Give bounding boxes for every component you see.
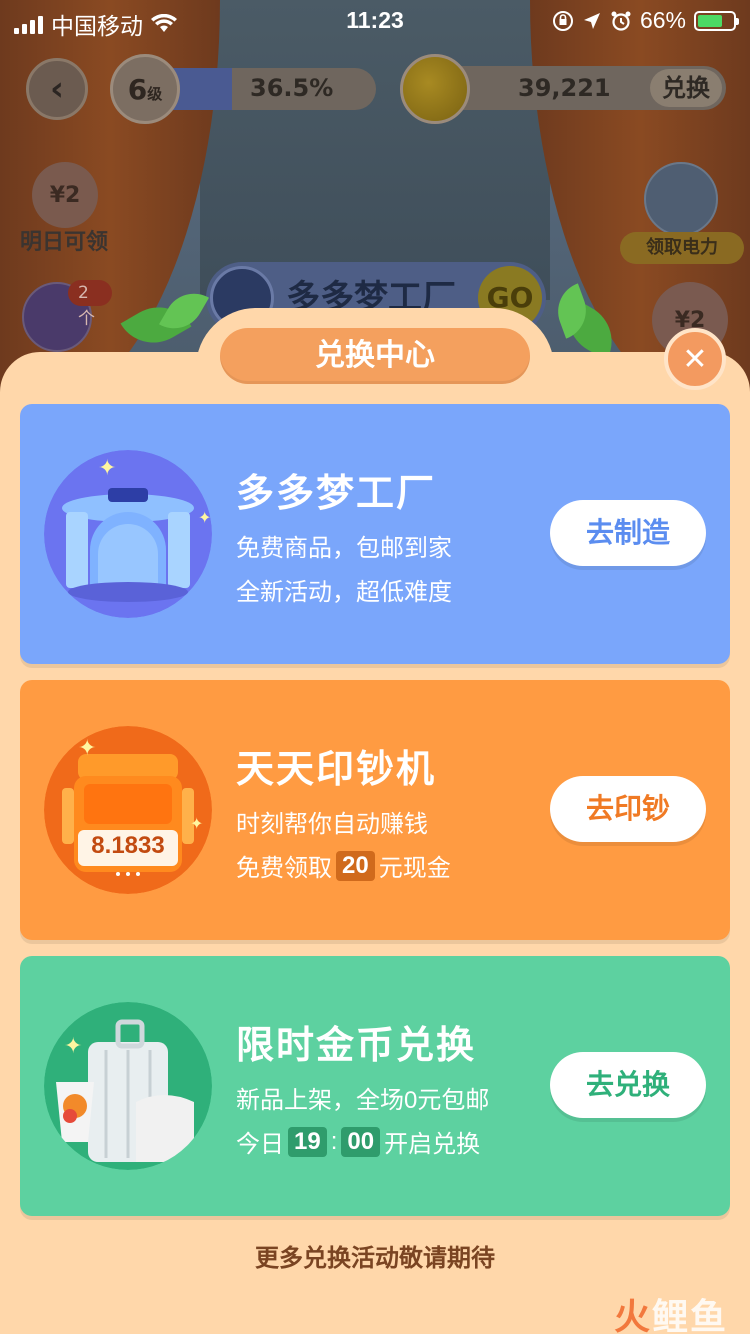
gift-box[interactable]: 2个	[22, 280, 112, 352]
sparkle-icon: ✦	[78, 736, 97, 761]
status-bar: 中国移动 11:23 66%	[0, 0, 750, 40]
close-icon: ✕	[682, 341, 708, 377]
watermark-logo: 火鲤鱼	[613, 1296, 728, 1334]
coin-balance: 39,221 兑换	[400, 54, 726, 124]
level-progress-text: 36.5%	[250, 74, 334, 102]
sparkle-icon: ✦	[198, 508, 212, 527]
start-hour-chip: 19	[288, 1126, 327, 1157]
card-description: 今日 19 : 00 开启兑换	[236, 1126, 481, 1158]
sparkle-icon: ✦	[190, 814, 204, 833]
alarm-icon	[611, 11, 631, 31]
card-coin-exchange: ✦ 限时金币兑换 新品上架，全场0元包邮 今日 19 : 00 开启兑换 去兑换	[20, 956, 730, 1216]
level-indicator: 6级 36.5%	[110, 54, 376, 124]
card-dream-factory: ✦ ✦ 多多梦工厂 免费商品，包邮到家 全新活动，超低难度 去制造	[20, 404, 730, 664]
level-badge: 6级	[110, 54, 180, 124]
money-printer-illustration: 8.1833	[44, 726, 212, 894]
battery-percent: 66%	[639, 7, 686, 33]
sparkle-icon: ✦	[98, 456, 117, 481]
coin-icon	[400, 54, 470, 124]
factory-icon	[644, 162, 718, 236]
footer-note: 更多兑换活动敬请期待	[255, 1245, 495, 1272]
card-description: 免费领取 20 元现金	[236, 850, 451, 882]
card-title: 多多梦工厂	[236, 473, 437, 515]
coin-value: 39,221	[518, 74, 611, 102]
start-minute-chip: 00	[341, 1126, 381, 1157]
window-pane	[200, 0, 550, 300]
back-button[interactable]: ‹	[26, 58, 88, 120]
card-title: 限时金币兑换	[236, 1025, 477, 1067]
go-print-button[interactable]: 去印钞	[550, 776, 706, 842]
location-icon	[583, 12, 600, 29]
printer-display: 8.1833	[91, 832, 165, 859]
card-description: 全新活动，超低难度	[236, 579, 452, 606]
gift-count-badge: 2个	[68, 280, 112, 329]
card-subtitle: 新品上架，全场0元包邮	[236, 1087, 490, 1114]
coin-exchange-illustration	[44, 1002, 212, 1170]
coin-exchange-button[interactable]: 兑换	[650, 69, 722, 107]
battery-icon	[694, 10, 739, 31]
power-reward[interactable]: 领取电力	[620, 162, 744, 264]
close-button[interactable]: ✕	[664, 328, 726, 390]
card-money-printer: 8.1833 ✦ ✦ 天天印钞机 时刻帮你自动赚钱 免费领取 20 元现金 去印…	[20, 680, 730, 940]
tomorrow-label: 明日可领	[20, 230, 109, 255]
power-label: 领取电力	[620, 232, 744, 264]
card-subtitle: 免费商品，包邮到家	[236, 535, 452, 562]
sheet-title: 兑换中心	[220, 328, 530, 384]
go-exchange-button[interactable]: 去兑换	[550, 1052, 706, 1118]
sparkle-icon: ✦	[64, 1034, 83, 1059]
redpack-icon: ¥2	[32, 162, 98, 228]
tomorrow-redpack[interactable]: ¥2 明日可领	[20, 162, 110, 255]
card-subtitle: 时刻帮你自动赚钱	[236, 811, 428, 838]
orientation-lock-icon	[552, 10, 573, 31]
card-title: 天天印钞机	[236, 749, 437, 791]
chevron-left-icon: ‹	[49, 69, 64, 109]
level-progress-bar: 36.5%	[150, 68, 376, 110]
dream-factory-illustration	[44, 450, 212, 618]
go-make-button[interactable]: 去制造	[550, 500, 706, 566]
cash-amount-chip: 20	[336, 850, 375, 881]
